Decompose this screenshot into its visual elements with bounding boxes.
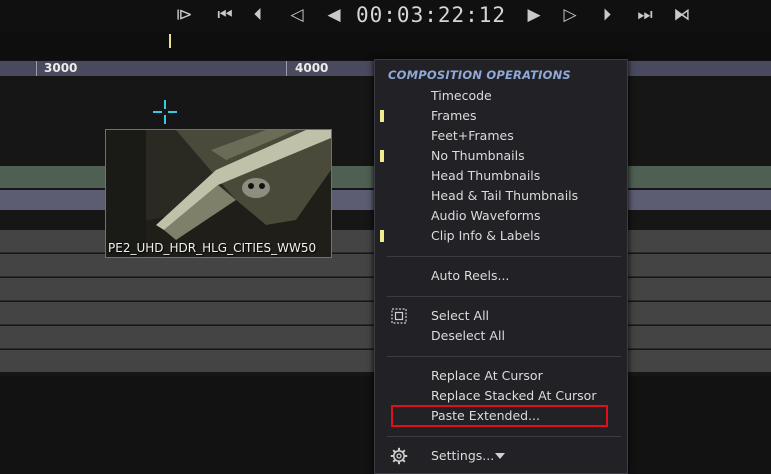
menu-item-head-thumbnails[interactable]: Head Thumbnails [375, 166, 627, 186]
ruler-tick [36, 61, 37, 76]
crosshair-center [162, 109, 168, 115]
step-back-button[interactable]: ◁ [285, 4, 309, 26]
menu-item-label: Replace At Cursor [431, 368, 543, 383]
menu-item-auto-reels[interactable]: Auto Reels... [375, 266, 627, 286]
menu-separator [387, 356, 621, 357]
menu-title: COMPOSITION OPERATIONS [388, 68, 571, 82]
menu-separator [387, 436, 621, 437]
gear-icon [389, 447, 409, 465]
play-button[interactable]: ▶ [522, 4, 546, 26]
menu-item-label: Clip Info & Labels [431, 228, 541, 243]
menu-item-label: Head & Tail Thumbnails [431, 188, 579, 203]
menu-item-deselect-all[interactable]: Deselect All [375, 326, 627, 346]
go-to-start-button[interactable]: ⏮ [208, 4, 242, 26]
menu-item-label: Head Thumbnails [431, 168, 541, 183]
select-all-icon [389, 307, 409, 325]
clip-thumbnail[interactable]: PE2_UHD_HDR_HLG_CITIES_WW50 [105, 129, 332, 258]
menu-item-feet-frames[interactable]: Feet+Frames [375, 126, 627, 146]
play-reverse-button[interactable]: ◀ [322, 4, 346, 26]
menu-item-label: Replace Stacked At Cursor [431, 388, 597, 403]
menu-item-label: Settings... [431, 448, 495, 463]
chevron-down-icon [495, 453, 505, 459]
menu-item-label: Audio Waveforms [431, 208, 541, 223]
menu-item-select-all[interactable]: Select All [375, 306, 627, 326]
menu-item-settings[interactable]: Settings... [375, 446, 627, 466]
scrub-bar[interactable] [0, 32, 771, 60]
ruler-label-3000: 3000 [44, 61, 78, 75]
step-forward-button[interactable]: ▷ [558, 4, 582, 26]
timecode-display: 00:03:22:12 [356, 3, 507, 27]
go-to-end-button[interactable]: ⏭ [628, 4, 662, 26]
menu-item-label: Auto Reels... [431, 268, 510, 283]
menu-item-label: Deselect All [431, 328, 505, 343]
menu-item-head-tail-thumbnails[interactable]: Head & Tail Thumbnails [375, 186, 627, 206]
menu-item-label: No Thumbnails [431, 148, 525, 163]
ruler-label-4000: 4000 [295, 61, 329, 75]
menu-item-audio-waveforms[interactable]: Audio Waveforms [375, 206, 627, 226]
menu-item-timecode[interactable]: Timecode [375, 86, 627, 106]
checked-indicator [380, 230, 384, 242]
menu-separator [387, 256, 621, 257]
checked-indicator [380, 110, 384, 122]
menu-separator [387, 296, 621, 297]
ruler-tick [286, 61, 287, 76]
menu-item-no-thumbnails[interactable]: No Thumbnails [375, 146, 627, 166]
menu-item-replace-stacked-at-cursor[interactable]: Replace Stacked At Cursor [375, 386, 627, 406]
menu-item-clip-info-labels[interactable]: Clip Info & Labels [375, 226, 627, 246]
menu-item-label: Paste Extended... [431, 408, 541, 423]
composition-operations-menu: COMPOSITION OPERATIONS Timecode Frames F… [374, 59, 628, 474]
transport-bar: ⧐ ⏮ ⏴ ◁ ◀ 00:03:22:12 ▶ ▷ ⏵ ⏭ ⧑ [0, 0, 771, 32]
menu-item-label: Select All [431, 308, 490, 323]
clip-thumbnail-image [106, 130, 331, 257]
next-edit-button[interactable]: ⏵ [595, 4, 619, 26]
mark-in-button[interactable]: ⧐ [172, 4, 196, 26]
previous-edit-button[interactable]: ⏴ [246, 4, 270, 26]
menu-item-paste-extended[interactable]: Paste Extended... [375, 406, 627, 426]
checked-indicator [380, 150, 384, 162]
mark-out-button[interactable]: ⧑ [670, 4, 694, 26]
menu-item-frames[interactable]: Frames [375, 106, 627, 126]
clip-label: PE2_UHD_HDR_HLG_CITIES_WW50 [108, 241, 317, 255]
playhead-marker[interactable] [169, 34, 171, 48]
menu-item-label: Timecode [431, 88, 492, 103]
menu-item-replace-at-cursor[interactable]: Replace At Cursor [375, 366, 627, 386]
menu-item-label: Frames [431, 108, 477, 123]
menu-item-label: Feet+Frames [431, 128, 514, 143]
